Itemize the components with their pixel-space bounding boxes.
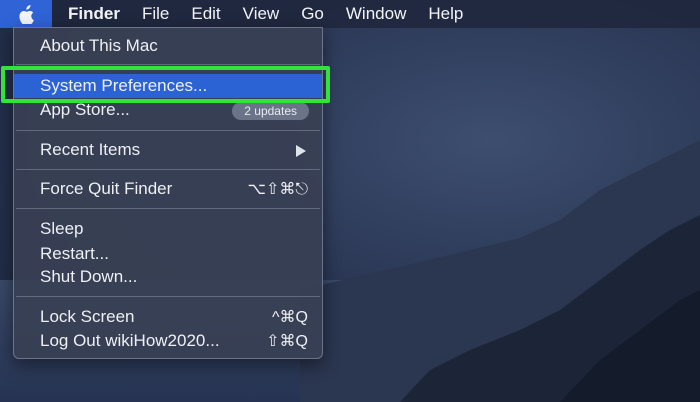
menu-item-label: App Store... bbox=[40, 100, 130, 119]
menu-item-label: Force Quit Finder bbox=[40, 179, 173, 198]
menu-separator bbox=[16, 208, 320, 209]
keyboard-shortcut: ^⌘Q bbox=[272, 309, 308, 326]
menu-separator bbox=[16, 296, 320, 297]
keyboard-shortcut: ⇧⌘Q bbox=[266, 333, 308, 350]
menu-item-about-this-mac[interactable]: About This Mac bbox=[14, 35, 322, 57]
menubar-go[interactable]: Go bbox=[290, 0, 335, 28]
apple-logo-icon bbox=[19, 4, 34, 24]
menu-separator bbox=[16, 130, 320, 131]
menu-item-label: About This Mac bbox=[40, 36, 158, 55]
menu-item-restart[interactable]: Restart... bbox=[14, 243, 322, 265]
menu-item-recent-items[interactable]: Recent Items bbox=[14, 139, 322, 161]
menu-item-label: Restart... bbox=[40, 244, 109, 263]
menu-item-sleep[interactable]: Sleep bbox=[14, 218, 322, 240]
menu-item-log-out[interactable]: Log Out wikiHow2020... ⇧⌘Q bbox=[14, 330, 322, 352]
menu-item-label: Shut Down... bbox=[40, 267, 138, 286]
submenu-arrow-icon bbox=[296, 145, 306, 157]
menubar-help[interactable]: Help bbox=[417, 0, 474, 28]
menu-separator bbox=[16, 64, 320, 65]
menu-item-force-quit[interactable]: Force Quit Finder ⌥⇧⌘⎋ bbox=[14, 178, 322, 200]
menu-item-label: Sleep bbox=[40, 219, 84, 238]
menubar-edit[interactable]: Edit bbox=[180, 0, 231, 28]
menu-item-label: Lock Screen bbox=[40, 307, 135, 326]
menu-separator bbox=[16, 169, 320, 170]
callout-highlight-box bbox=[1, 66, 330, 103]
menu-item-label: Log Out wikiHow2020... bbox=[40, 331, 220, 350]
menu-item-label: Recent Items bbox=[40, 140, 141, 159]
menu-item-shut-down[interactable]: Shut Down... bbox=[14, 266, 322, 288]
keyboard-shortcut: ⌥⇧⌘⎋ bbox=[247, 181, 309, 198]
menu-item-lock-screen[interactable]: Lock Screen ^⌘Q bbox=[14, 306, 322, 328]
menu-bar: Finder File Edit View Go Window Help bbox=[0, 0, 700, 28]
menubar-window[interactable]: Window bbox=[335, 0, 417, 28]
menubar-app-finder[interactable]: Finder bbox=[52, 0, 131, 28]
menubar-view[interactable]: View bbox=[232, 0, 291, 28]
apple-menu-button[interactable] bbox=[0, 0, 52, 28]
updates-badge: 2 updates bbox=[232, 102, 309, 120]
menubar-file[interactable]: File bbox=[131, 0, 180, 28]
